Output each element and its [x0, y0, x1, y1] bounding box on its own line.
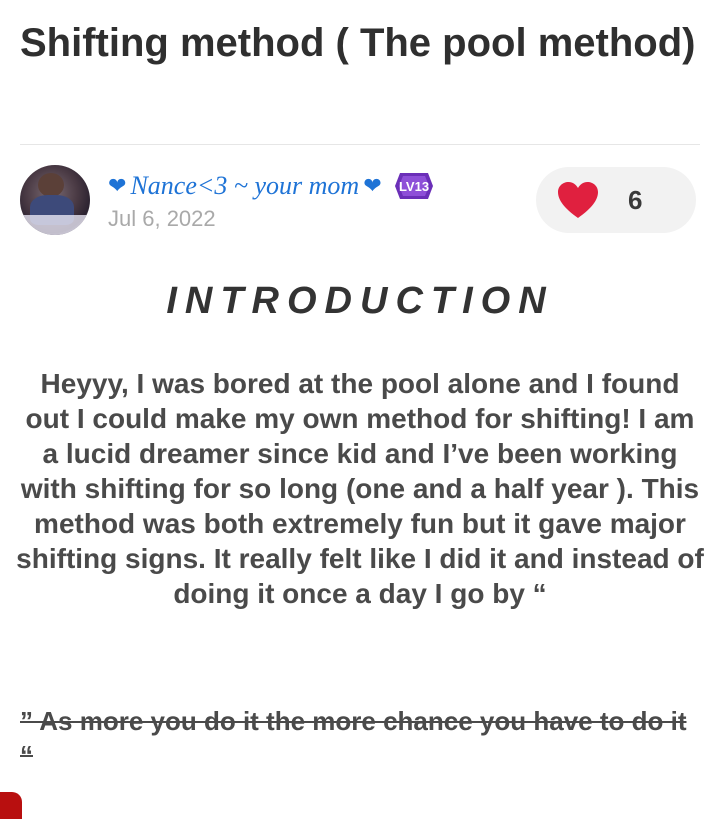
level-badge-label: LV13 — [399, 179, 429, 194]
like-count: 6 — [628, 184, 643, 215]
blue-heart-icon: ❤ — [108, 173, 127, 198]
author-info[interactable]: ❤ Nance<3 ~ your mom ❤ LV13 — [108, 168, 434, 204]
author-name[interactable]: Nance<3 ~ your mom — [130, 171, 359, 201]
author-avatar[interactable] — [20, 165, 90, 235]
floating-action-edge[interactable] — [0, 792, 22, 819]
post-date: Jul 6, 2022 — [108, 206, 216, 231]
strikethrough-quote: ” As more you do it the more chance you … — [20, 706, 687, 770]
like-button[interactable]: 6 — [536, 167, 696, 233]
post-body: Heyyy, I was bored at the pool alone and… — [16, 368, 704, 609]
heart-icon[interactable] — [556, 180, 600, 220]
title-divider — [20, 144, 700, 145]
level-badge: LV13 — [394, 171, 434, 201]
section-heading: INTRODUCTION — [166, 280, 554, 322]
blue-heart-icon: ❤ — [363, 173, 382, 198]
post-title: Shifting method ( The pool method) — [20, 21, 696, 65]
